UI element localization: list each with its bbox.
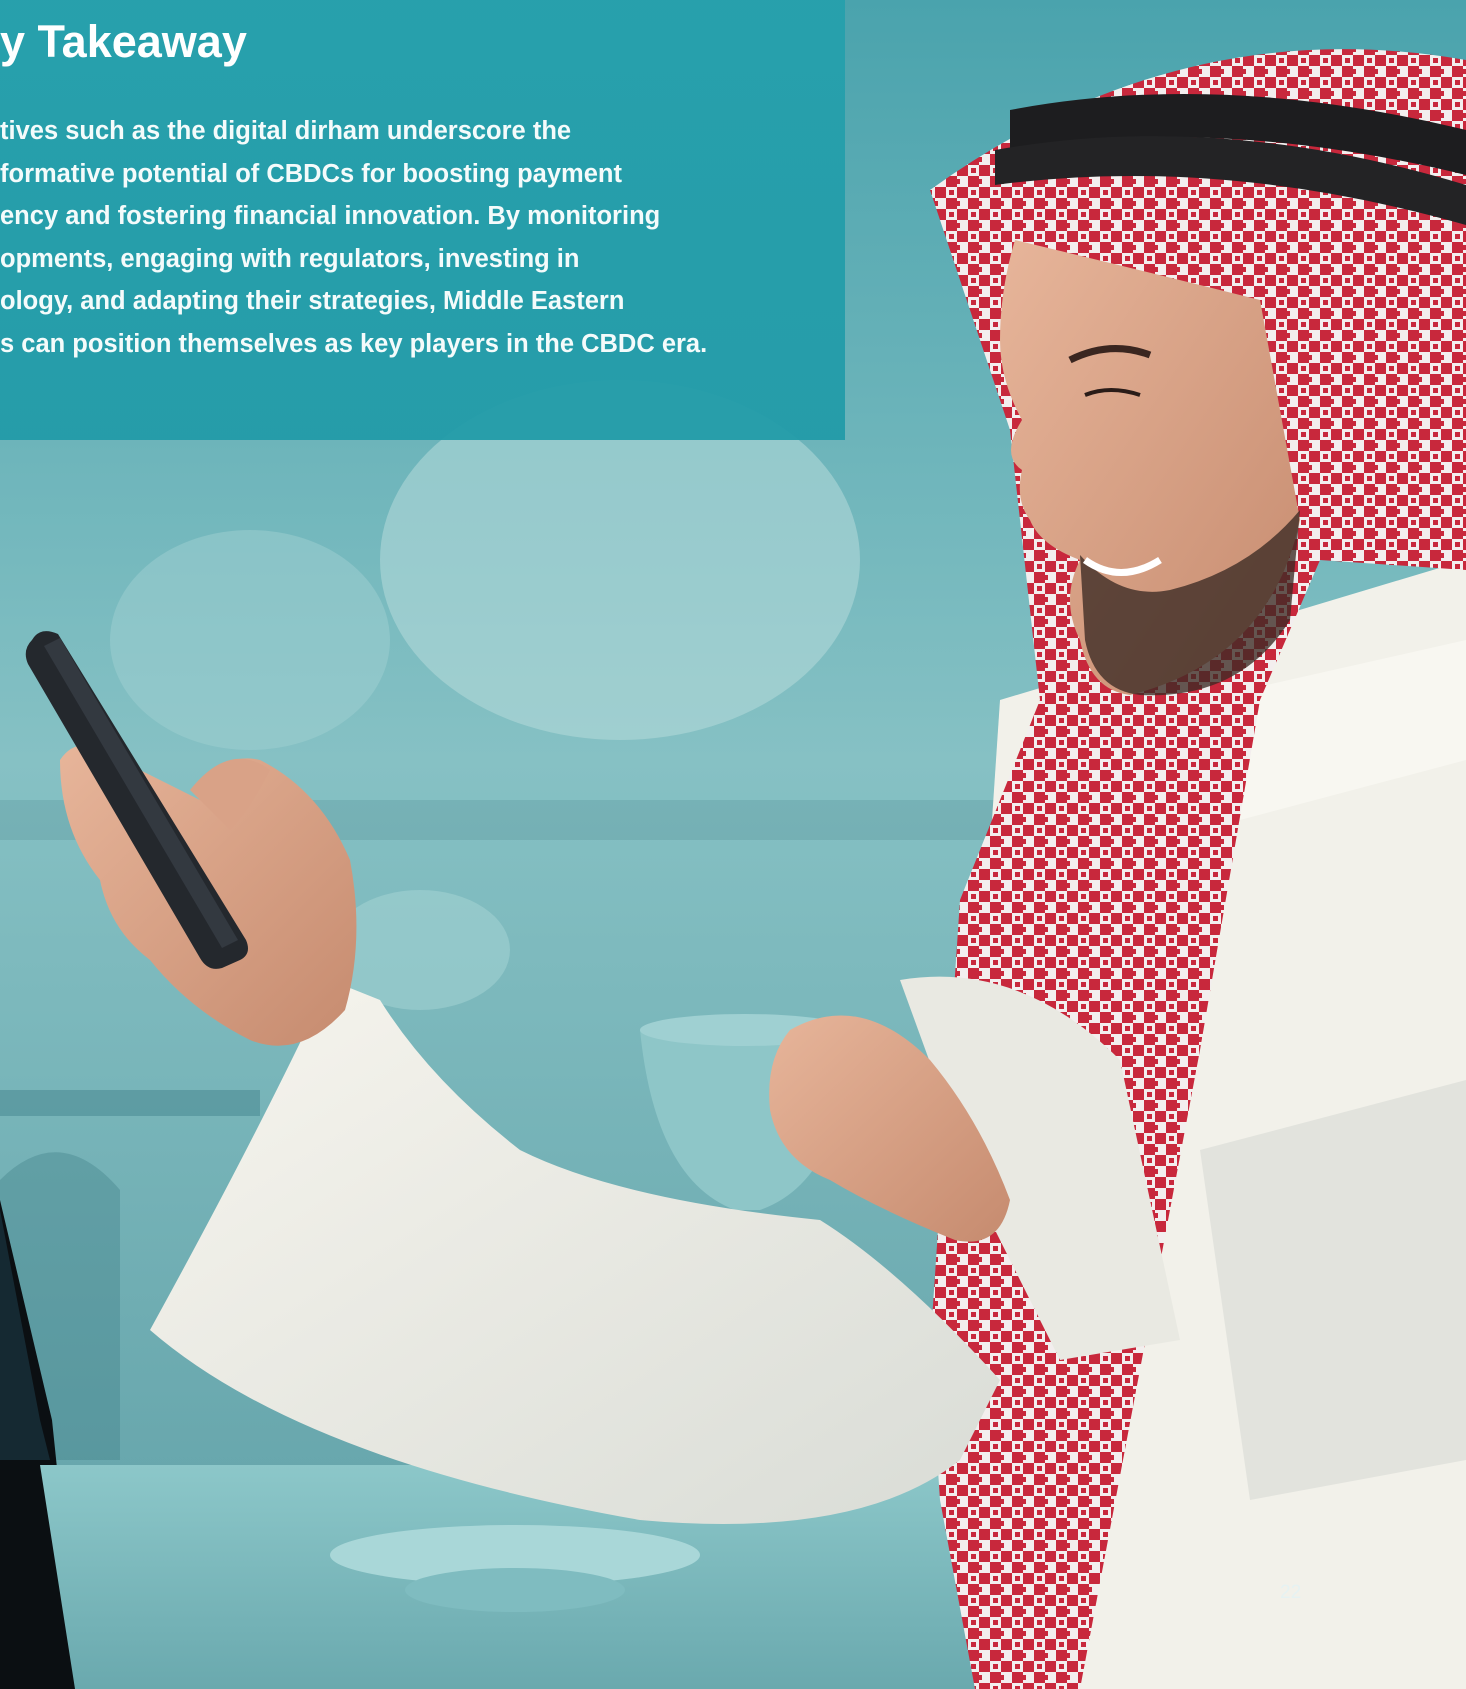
takeaway-body-line: s can position themselves as key players… <box>0 329 708 358</box>
page-number: 22 <box>1280 1582 1302 1603</box>
takeaway-body-line: formative potential of CBDCs for boostin… <box>0 159 622 188</box>
takeaway-body-line: opments, engaging with regulators, inves… <box>0 244 580 273</box>
takeaway-body: tives such as the digital dirham undersc… <box>0 110 845 366</box>
key-takeaway-panel: y Takeaway tives such as the digital dir… <box>0 0 845 440</box>
takeaway-body-line: ency and fostering financial innovation.… <box>0 202 661 231</box>
takeaway-title: y Takeaway <box>0 16 247 67</box>
takeaway-body-line: tives such as the digital dirham undersc… <box>0 117 572 145</box>
takeaway-body-line: ology, and adapting their strategies, Mi… <box>0 287 625 316</box>
